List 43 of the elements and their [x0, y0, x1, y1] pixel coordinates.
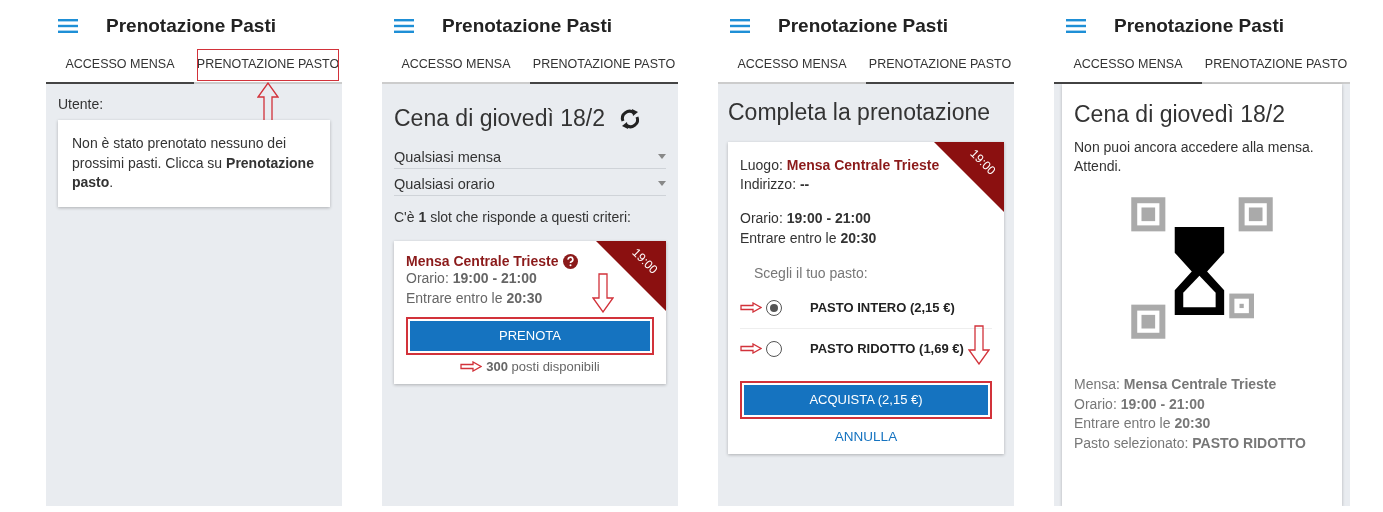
- time-ribbon: [596, 241, 666, 312]
- canteen-name: Mensa Centrale Trieste: [406, 253, 559, 270]
- slot-detail: Entrare entro le 20:30: [406, 289, 544, 309]
- booking-detail: Orario: 19:00 - 21:00: [740, 209, 872, 229]
- arrow-annotation-icon: [968, 324, 990, 365]
- refresh-icon[interactable]: [619, 106, 641, 131]
- menu-icon[interactable]: [730, 19, 750, 33]
- dropdown-caret-icon: [658, 154, 666, 160]
- page-heading: Completa la prenotazione: [728, 98, 992, 127]
- app-title: Prenotazione Pasti: [106, 15, 276, 37]
- menu-icon[interactable]: [1066, 19, 1086, 33]
- cancel-link[interactable]: ANNULLA: [740, 428, 992, 444]
- booking-detail: Entrare entro le 20:30: [1074, 414, 1212, 434]
- help-icon[interactable]: [562, 254, 578, 269]
- access-message: Non puoi ancora accedere alla mensa. Attendi.: [1074, 137, 1315, 177]
- purchase-button[interactable]: ACQUISTA (2,15 €): [740, 380, 992, 419]
- arrow-annotation-icon: [592, 272, 614, 313]
- meal-option-label: PASTO INTERO (2,15 €): [810, 300, 955, 316]
- app-title: Prenotazione Pasti: [442, 15, 612, 37]
- notice-message: Non è stato prenotato nessuno dei prossimi pasti. Clicca su Prenotazione pasto.: [72, 134, 315, 193]
- book-button[interactable]: PRENOTA: [406, 316, 654, 355]
- booking-detail: Entrare entro le 20:30: [740, 228, 878, 248]
- place-label: Luogo:: [740, 156, 783, 173]
- app-title: Prenotazione Pasti: [1114, 15, 1284, 37]
- meal-heading: Cena di giovedì 18/2: [394, 104, 605, 133]
- meal-heading: Cena di giovedì 18/2: [1074, 100, 1286, 129]
- app-title: Prenotazione Pasti: [778, 15, 948, 37]
- availability-text: 300 posti disponibili: [486, 358, 600, 374]
- user-label: Utente:: [58, 96, 105, 112]
- booking-detail: Pasto selezionato: PASTO RIDOTTO: [1074, 433, 1307, 453]
- booking-detail: Mensa: Mensa Centrale Trieste: [1074, 375, 1278, 395]
- address-line: Indirizzo: --: [740, 175, 811, 195]
- filter-dropdown[interactable]: Qualsiasi mensa: [394, 145, 666, 169]
- place-name: Mensa Centrale Trieste: [786, 156, 940, 173]
- booking-detail: Orario: 19:00 - 21:00: [1074, 394, 1206, 414]
- result-summary: C'è 1 slot che risponde a questi criteri:: [394, 207, 632, 227]
- filter-dropdown[interactable]: Qualsiasi orario: [394, 172, 666, 196]
- meal-option-label: PASTO RIDOTTO (1,69 €): [810, 341, 964, 357]
- menu-icon[interactable]: [394, 19, 414, 33]
- dropdown-caret-icon: [658, 181, 666, 187]
- meal-prompt: Scegli il tuo pasto:: [754, 264, 869, 284]
- arrow-annotation-icon: [257, 82, 279, 122]
- menu-icon[interactable]: [58, 19, 78, 33]
